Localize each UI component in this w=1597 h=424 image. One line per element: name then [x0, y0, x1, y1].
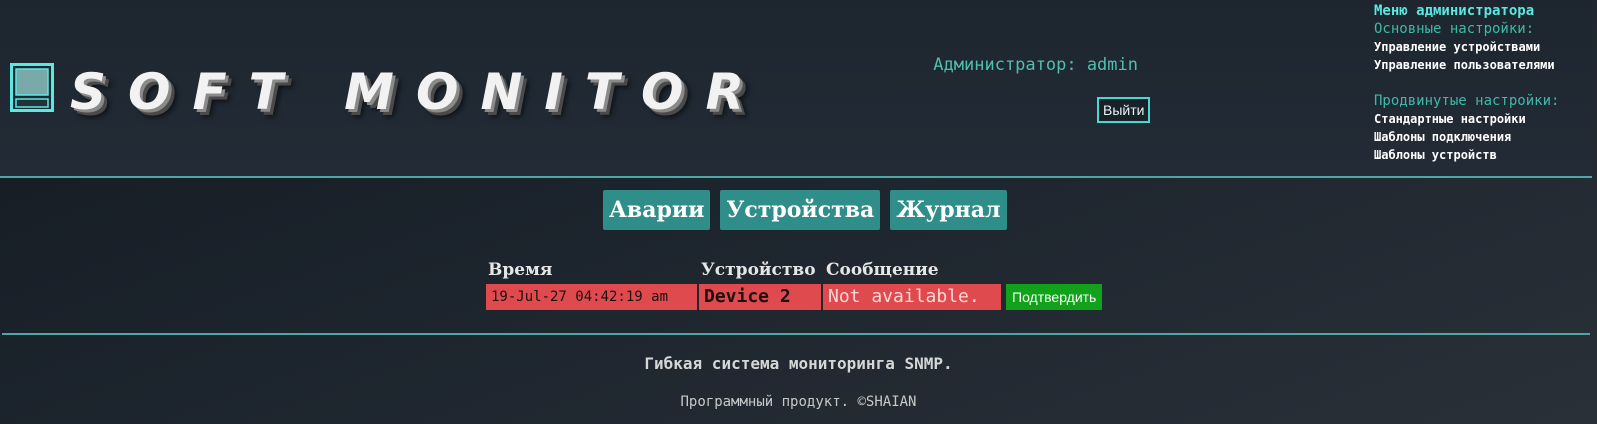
footer-divider: [2, 333, 1590, 335]
alarm-message-cell: Not available.: [823, 284, 1001, 310]
footer-copyright: Программный продукт. ©SHAIAN: [680, 394, 917, 410]
confirm-alarm-button[interactable]: Подтвердить: [1006, 284, 1103, 310]
footer-tagline: Гибкая система мониторинга SNMP.: [644, 354, 953, 373]
tab-journal[interactable]: Журнал: [890, 190, 1007, 230]
menu-link-device-templates[interactable]: Шаблоны устройств: [1374, 146, 1559, 164]
header-divider: [0, 176, 1592, 178]
logout-button[interactable]: Выйти: [1097, 97, 1151, 123]
column-header-time: Время: [488, 260, 553, 280]
advanced-settings-title: Продвинутые настройки:: [1374, 93, 1560, 109]
menu-link-device-management[interactable]: Управление устройствами: [1374, 38, 1559, 56]
menu-link-connection-templates[interactable]: Шаблоны подключения: [1374, 128, 1559, 146]
tab-alarms[interactable]: Аварии: [603, 190, 711, 230]
alarm-time-cell: 19-Jul-27 04:42:19 am: [486, 284, 697, 310]
alarm-device-cell: Device 2: [699, 284, 821, 310]
monitor-icon: [10, 63, 54, 112]
menu-link-user-management[interactable]: Управление пользователями: [1374, 56, 1559, 74]
admin-user-label: Администратор: admin: [933, 55, 1138, 75]
column-header-message: Сообщение: [826, 260, 939, 280]
admin-menu: Меню администратора Основные настройки: …: [1374, 2, 1559, 164]
main-tabs: Аварии Устройства Журнал: [603, 190, 1007, 230]
admin-menu-title: Меню администратора: [1374, 3, 1535, 19]
menu-link-standard-settings[interactable]: Стандартные настройки: [1374, 110, 1559, 128]
tab-devices[interactable]: Устройства: [720, 190, 881, 230]
basic-settings-title: Основные настройки:: [1374, 21, 1535, 37]
app-logo-text: SOFT MONITOR: [70, 63, 767, 121]
column-header-device: Устройство: [701, 260, 816, 280]
